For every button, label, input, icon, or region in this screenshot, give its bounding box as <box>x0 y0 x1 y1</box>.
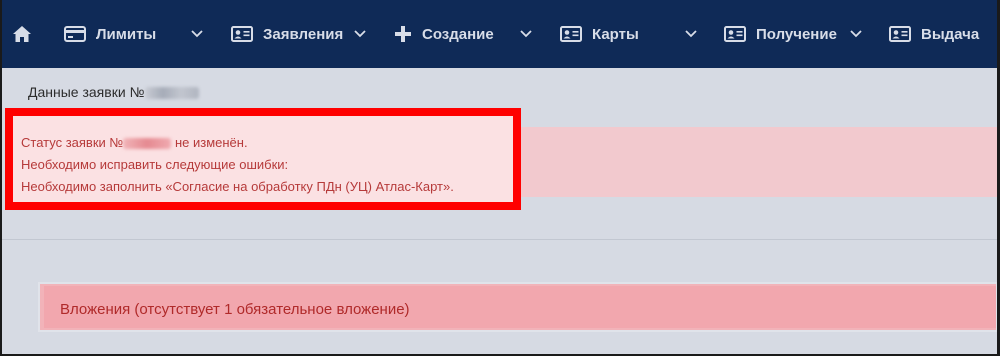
nav-issuance[interactable]: Выдача <box>889 0 979 68</box>
nav-label-limits: Лимиты <box>96 25 157 43</box>
nav-label-receiving: Получение <box>756 25 837 43</box>
top-navbar: Лимиты Заявления Создание Карты Получени… <box>2 0 997 68</box>
error-alert-text: Статус заявки № не изменён. Необходимо и… <box>21 132 454 198</box>
app-frame: Лимиты Заявления Создание Карты Получени… <box>2 0 997 354</box>
chevron-down-icon[interactable] <box>191 27 203 39</box>
id-card-icon <box>724 26 746 42</box>
nav-limits[interactable]: Лимиты <box>64 0 156 68</box>
attachments-title: Вложения (отсутствует 1 обязательное вло… <box>60 301 410 318</box>
credit-card-icon <box>64 26 86 42</box>
alert-line-status: Статус заявки № не изменён. <box>21 135 248 150</box>
alert-line-consent-required: Необходимо заполнить «Согласие на обрабо… <box>21 179 454 194</box>
section-divider <box>2 239 997 240</box>
chevron-down-icon[interactable] <box>520 27 532 39</box>
chevron-down-icon[interactable] <box>685 27 697 39</box>
page-title-text: Данные заявки № <box>28 84 145 100</box>
nav-label-cards: Карты <box>592 25 639 43</box>
nav-applications[interactable]: Заявления <box>231 0 343 68</box>
chevron-down-icon[interactable] <box>850 27 862 39</box>
page-title: Данные заявки № <box>28 84 199 100</box>
home-link[interactable] <box>12 0 32 68</box>
id-card-icon <box>889 26 911 42</box>
nav-receiving[interactable]: Получение <box>724 0 837 68</box>
nav-label-issuance: Выдача <box>921 25 980 43</box>
nav-create[interactable]: Создание <box>394 0 494 68</box>
home-icon <box>13 26 31 42</box>
id-card-icon <box>560 26 582 42</box>
nav-label-applications: Заявления <box>263 25 344 43</box>
redacted-application-number <box>123 138 172 150</box>
alert-line-fix-errors: Необходимо исправить следующие ошибки: <box>21 157 289 172</box>
chevron-down-icon[interactable] <box>354 27 366 39</box>
nav-cards[interactable]: Карты <box>560 0 639 68</box>
redacted-application-number <box>144 87 199 100</box>
attachments-panel[interactable]: Вложения (отсутствует 1 обязательное вло… <box>38 282 997 332</box>
highlight-frame: Статус заявки № не изменён. Необходимо и… <box>5 108 521 210</box>
plus-icon <box>395 26 411 42</box>
nav-label-create: Создание <box>422 25 494 43</box>
id-card-icon <box>231 26 253 42</box>
